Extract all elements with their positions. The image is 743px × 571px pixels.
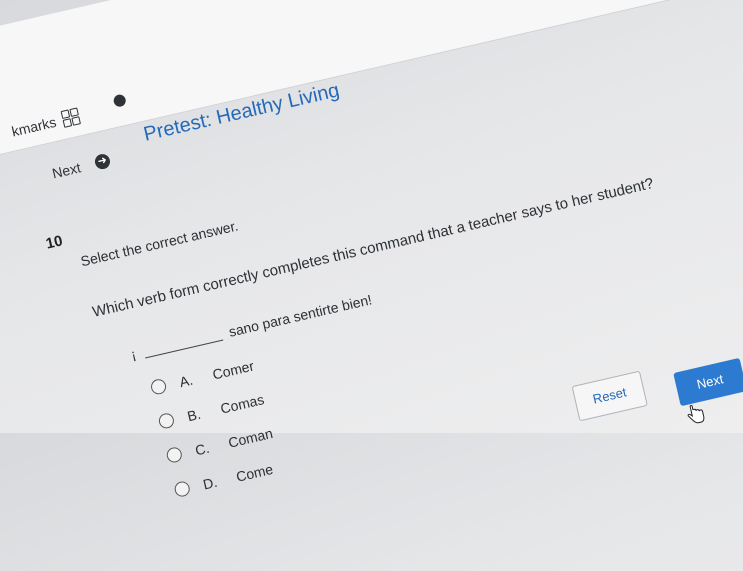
browser-toolbar <box>0 0 743 163</box>
option-text: Comas <box>218 391 266 417</box>
radio-button[interactable] <box>165 445 184 464</box>
answer-blank <box>144 339 223 359</box>
option-letter: D. <box>201 473 219 493</box>
reset-button[interactable]: Reset <box>571 370 648 422</box>
option-letter: C. <box>193 439 211 459</box>
question-instruction: Select the correct answer. <box>79 217 240 270</box>
header-next-link[interactable]: Next <box>51 159 83 181</box>
radio-button[interactable] <box>149 377 168 396</box>
radio-button[interactable] <box>157 411 176 430</box>
radio-button[interactable] <box>173 480 192 499</box>
option-d[interactable]: D. Come <box>173 460 275 499</box>
arrow-right-circle-icon[interactable]: ➜ <box>93 152 112 171</box>
option-c[interactable]: C. Coman <box>165 425 274 465</box>
question-prompt: Which verb form correctly completes this… <box>90 174 656 321</box>
sentence-suffix: sano para sentirte bien! <box>227 291 374 340</box>
option-text: Comer <box>210 357 256 383</box>
option-letter: A. <box>177 371 195 391</box>
option-text: Coman <box>226 425 275 451</box>
next-button[interactable]: Next <box>673 357 743 407</box>
sentence-prefix: ¡ <box>129 345 138 363</box>
page-canvas: kmarks Next ➜ Pretest: Healthy Living 10… <box>0 0 743 517</box>
option-b[interactable]: B. Comas <box>157 391 266 431</box>
option-a[interactable]: A. Comer <box>149 357 256 396</box>
option-text: Come <box>234 460 275 485</box>
grid-icon[interactable] <box>60 107 81 128</box>
option-letter: B. <box>185 405 203 425</box>
question-number: 10 <box>44 232 65 253</box>
hand-cursor-icon <box>687 404 705 424</box>
